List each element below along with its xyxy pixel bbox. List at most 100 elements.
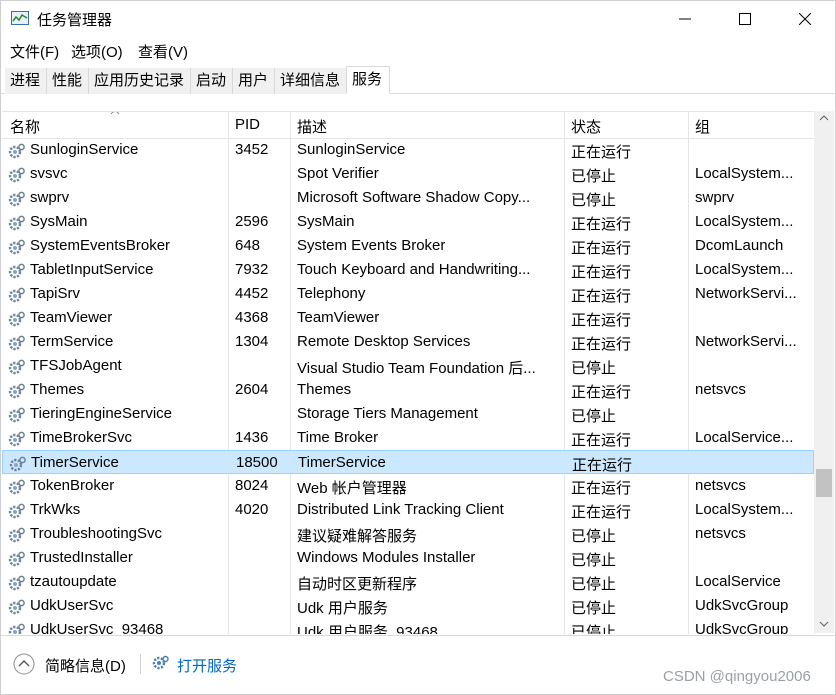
service-description: Touch Keyboard and Handwriting... — [297, 261, 531, 278]
scroll-down-icon[interactable] — [819, 621, 829, 627]
service-status: 正在运行 — [571, 144, 632, 161]
minimize-icon — [679, 18, 691, 20]
scrollbar-thumb[interactable] — [816, 469, 832, 497]
tab-startup[interactable]: 启动 — [191, 68, 233, 94]
tab-services[interactable]: 服务 — [346, 66, 390, 94]
table-row[interactable]: TokenBroker 8024 Web 帐户管理器 正在运行 netsvcs — [2, 474, 814, 498]
service-group: NetworkServi... — [695, 285, 797, 302]
table-row[interactable]: TeamViewer 4368 TeamViewer 正在运行 — [2, 306, 814, 330]
service-description: Telephony — [297, 285, 366, 302]
table-row[interactable]: SunloginService 3452 SunloginService 正在运行 — [2, 138, 814, 162]
service-group: LocalSystem... — [695, 501, 794, 518]
service-status: 已停止 — [571, 168, 617, 185]
service-group: netsvcs — [695, 477, 746, 494]
maximize-button[interactable] — [715, 1, 775, 37]
service-group: LocalService — [695, 573, 781, 590]
menu-options[interactable]: 选项(O) — [71, 41, 123, 62]
table-row[interactable]: svsvc Spot Verifier 已停止 LocalSystem... — [2, 162, 814, 186]
col-header-name[interactable]: 名称 — [10, 116, 40, 137]
service-status: 正在运行 — [571, 336, 632, 353]
service-description: Web 帐户管理器 — [297, 480, 407, 497]
service-name: TrustedInstaller — [30, 549, 133, 566]
service-pid: 4452 — [235, 285, 269, 302]
table-row[interactable]: swprv Microsoft Software Shadow Copy... 已停… — [2, 186, 814, 210]
table-row[interactable]: UdkUserSvc Udk 用户服务 已停止 UdkSvcGroup — [2, 594, 814, 618]
window-title: 任务管理器 — [37, 12, 113, 29]
service-gear-icon — [8, 382, 26, 400]
table-row[interactable]: SysMain 2596 SysMain 正在运行 LocalSystem... — [2, 210, 814, 234]
table-row[interactable]: UdkUserSvc_93468 Udk 用户服务_93468 已停止 UdkSvcG… — [2, 618, 814, 634]
service-group: LocalSystem... — [695, 261, 794, 278]
service-status: 正在运行 — [571, 504, 632, 521]
table-row[interactable]: tzautoupdate 自动时区更新程序 已停止 LocalService — [2, 570, 814, 594]
task-manager-window: 任务管理器 文件(F) 选项(O) 查看(V) 进程 性能 应用历史记录 启动 … — [0, 0, 836, 695]
table-row[interactable]: SystemEventsBroker 648 System Events Broke… — [2, 234, 814, 258]
table-row[interactable]: Themes 2604 Themes 正在运行 netsvcs — [2, 378, 814, 402]
service-gear-icon — [8, 526, 26, 544]
tab-app-history[interactable]: 应用历史记录 — [89, 68, 191, 94]
service-description: Time Broker — [297, 429, 379, 446]
tab-users[interactable]: 用户 — [233, 68, 275, 94]
service-name: swprv — [30, 189, 70, 206]
service-gear-icon — [8, 238, 26, 256]
table-row[interactable]: TroubleshootingSvc 建议疑难解答服务 已停止 netsvcs — [2, 522, 814, 546]
table-row[interactable]: TrkWks 4020 Distributed Link Tracking Clie… — [2, 498, 814, 522]
table-row[interactable]: TermService 1304 Remote Desktop Services 正在… — [2, 330, 814, 354]
service-gear-icon — [8, 166, 26, 184]
service-gear-icon — [8, 142, 26, 160]
tab-performance[interactable]: 性能 — [47, 68, 89, 94]
footer-bar: 简略信息(D) 打开服务 — [1, 635, 835, 694]
service-name: SystemEventsBroker — [30, 237, 171, 254]
col-header-group[interactable]: 组 — [695, 116, 710, 137]
table-row[interactable]: TrustedInstaller Windows Modules Installe… — [2, 546, 814, 570]
col-header-pid[interactable]: PID — [235, 116, 260, 133]
service-gear-icon — [8, 406, 26, 424]
service-group: LocalService... — [695, 429, 794, 446]
service-gear-icon — [8, 262, 26, 280]
table-row[interactable]: TapiSrv 4452 Telephony 正在运行 NetworkServi... — [2, 282, 814, 306]
close-button[interactable] — [775, 1, 835, 37]
collapse-chevron-icon[interactable] — [13, 653, 35, 675]
tab-processes[interactable]: 进程 — [5, 68, 47, 94]
table-row[interactable]: TabletInputService 7932 Touch Keyboard and… — [2, 258, 814, 282]
watermark: CSDN @qingyou2006 — [663, 668, 811, 685]
table-row[interactable]: TieringEngineService Storage Tiers Manage… — [2, 402, 814, 426]
col-header-status[interactable]: 状态 — [571, 116, 601, 137]
footer-divider — [140, 654, 141, 674]
service-status: 正在运行 — [572, 457, 633, 474]
service-gear-icon — [8, 478, 26, 496]
service-status: 已停止 — [571, 552, 617, 569]
service-status: 正在运行 — [571, 216, 632, 233]
service-description: Spot Verifier — [297, 165, 379, 182]
service-pid: 2604 — [235, 381, 269, 398]
vertical-scrollbar[interactable] — [814, 111, 834, 633]
minimize-button[interactable] — [655, 1, 715, 37]
service-description: Visual Studio Team Foundation 后... — [297, 360, 536, 377]
service-pid: 7932 — [235, 261, 269, 278]
table-row[interactable]: TimerService 18500 TimerService 正在运行 — [2, 450, 814, 474]
service-name: SunloginService — [30, 141, 139, 158]
menu-view[interactable]: 查看(V) — [138, 41, 188, 62]
fewer-details-link[interactable]: 简略信息(D) — [45, 655, 126, 676]
service-status: 正在运行 — [571, 240, 632, 257]
service-pid: 3452 — [235, 141, 269, 158]
open-services-link[interactable]: 打开服务 — [177, 655, 237, 676]
menu-file[interactable]: 文件(F) — [10, 41, 59, 62]
service-name: SysMain — [30, 213, 88, 230]
service-description: SunloginService — [297, 141, 406, 158]
service-group: swprv — [695, 189, 735, 206]
service-group: UdkSvcGroup — [695, 621, 789, 634]
service-description: 自动时区更新程序 — [297, 576, 418, 593]
service-gear-icon — [8, 622, 26, 634]
col-header-description[interactable]: 描述 — [297, 116, 327, 137]
table-row[interactable]: TimeBrokerSvc 1436 Time Broker 正在运行 LocalSer… — [2, 426, 814, 450]
service-name: svsvc — [30, 165, 68, 182]
services-table: 名称 PID 描述 状态 组 SunloginService 3452 Sunlog… — [2, 111, 814, 634]
tab-details[interactable]: 详细信息 — [275, 68, 347, 94]
service-gear-icon — [9, 455, 27, 473]
table-row[interactable]: TFSJobAgent Visual Studio Team Foundation… — [2, 354, 814, 378]
scroll-up-icon[interactable] — [819, 115, 829, 121]
service-pid: 4020 — [235, 501, 269, 518]
service-description: Remote Desktop Services — [297, 333, 471, 350]
task-manager-icon — [11, 11, 29, 25]
